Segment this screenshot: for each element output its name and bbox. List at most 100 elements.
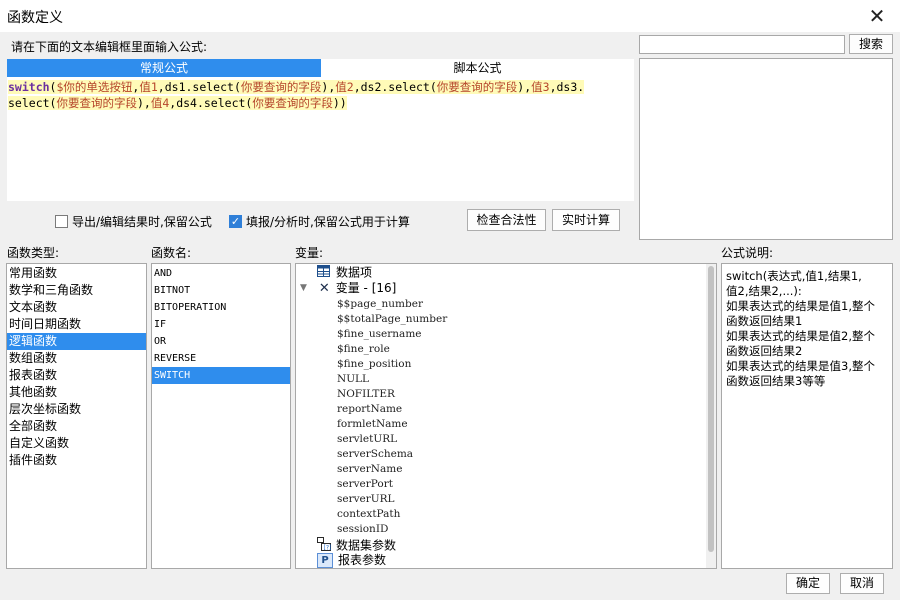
- tree-item-report-params[interactable]: P 报表参数: [317, 553, 386, 568]
- variable-leaf-item[interactable]: $fine_position: [337, 357, 411, 372]
- formula-line-2: select(你要查询的字段),值4,ds4.select(你要查询的字段)): [8, 96, 347, 110]
- close-icon[interactable]: ✕: [864, 3, 890, 29]
- description-line: 如果表达式的结果是值2,整个: [726, 329, 875, 343]
- formula-description: switch(表达式,值1,结果1, 值2,结果2,...): 如果表达式的结果是值…: [721, 263, 893, 569]
- variable-leaf-item[interactable]: serverURL: [337, 492, 395, 507]
- search-button[interactable]: 搜索: [849, 34, 893, 54]
- variables-scrollbar[interactable]: [706, 264, 716, 568]
- formula-token: 你要查询的字段: [252, 96, 333, 110]
- function-type-item[interactable]: 报表函数: [7, 367, 146, 384]
- formula-token: ,ds1.select(: [157, 80, 241, 94]
- window-title: 函数定义: [7, 10, 63, 26]
- function-name-item[interactable]: SWITCH: [152, 367, 290, 384]
- variable-x-icon: ✕: [318, 281, 330, 296]
- ok-button[interactable]: 确定: [786, 573, 830, 594]
- function-type-item[interactable]: 文本函数: [7, 299, 146, 316]
- variable-leaf-item[interactable]: servletURL: [337, 432, 397, 447]
- function-name-item[interactable]: OR: [152, 333, 290, 350]
- tree-label-variables: 变量 - [16]: [335, 281, 397, 295]
- variable-leaf-item[interactable]: serverPort: [337, 477, 393, 492]
- description-line: 函数返回结果3等等: [726, 374, 826, 388]
- variable-leaf-item[interactable]: $$page_number: [337, 297, 423, 312]
- variable-leaf-item[interactable]: sessionID: [337, 522, 388, 537]
- tree-item-variables[interactable]: ▼ ✕ 变量 - [16]: [300, 281, 396, 296]
- function-name-item[interactable]: BITOPERATION: [152, 299, 290, 316]
- tab-script-formula[interactable]: 脚本公式: [321, 59, 634, 77]
- function-type-item[interactable]: 数组函数: [7, 350, 146, 367]
- variable-leaf-item[interactable]: NULL: [337, 372, 369, 387]
- function-name-item[interactable]: IF: [152, 316, 290, 333]
- function-type-item[interactable]: 自定义函数: [7, 435, 146, 452]
- formula-token: ),: [517, 80, 532, 94]
- function-type-item[interactable]: 常用函数: [7, 265, 146, 282]
- title-bar: [0, 0, 900, 32]
- function-name-item[interactable]: REVERSE: [152, 350, 290, 367]
- table-icon: [317, 265, 330, 281]
- formula-token: ,ds4.select(: [169, 96, 253, 110]
- function-type-item[interactable]: 全部函数: [7, 418, 146, 435]
- formula-token: select(: [8, 96, 57, 110]
- formula-token: switch: [8, 80, 50, 94]
- variable-leaf-item[interactable]: reportName: [337, 402, 402, 417]
- function-type-item[interactable]: 逻辑函数: [7, 333, 146, 350]
- description-header: 公式说明:: [721, 246, 774, 260]
- report-param-icon: P: [317, 553, 333, 568]
- variable-leaf-item[interactable]: $fine_username: [337, 327, 422, 342]
- formula-token: ),: [136, 96, 151, 110]
- formula-token: 值1: [139, 80, 158, 94]
- description-line: 函数返回结果2: [726, 344, 803, 358]
- function-types-header: 函数类型:: [7, 246, 60, 260]
- formula-token: 值3: [531, 80, 550, 94]
- variable-leaf-item[interactable]: contextPath: [337, 507, 400, 522]
- variable-leaf-item[interactable]: serverName: [337, 462, 402, 477]
- variable-leaf-item[interactable]: serverSchema: [337, 447, 413, 462]
- realtime-calc-button[interactable]: 实时计算: [552, 209, 620, 231]
- tree-label-data-items: 数据项: [336, 265, 373, 280]
- search-results-panel[interactable]: [639, 58, 893, 240]
- check-validity-button[interactable]: 检查合法性: [467, 209, 546, 231]
- tree-item-dataset-params[interactable]: [?] 数据集参数: [317, 537, 397, 553]
- tree-label-report-params: 报表参数: [338, 553, 387, 567]
- tree-label-dataset-params: 数据集参数: [336, 538, 397, 553]
- variable-leaf-item[interactable]: $fine_role: [337, 342, 390, 357]
- function-names-list[interactable]: AND BITNOT BITOPERATION IF OR REVERSE SWITCH: [151, 263, 291, 569]
- triangle-down-icon[interactable]: ▼: [300, 281, 312, 296]
- formula-editor[interactable]: switch($你的单选按钮,值1,ds1.select(你要查询的字段),值2…: [7, 77, 634, 201]
- variable-leaf-item[interactable]: $$totalPage_number: [337, 312, 447, 327]
- formula-text: switch($你的单选按钮,值1,ds1.select(你要查询的字段),值2…: [7, 77, 634, 113]
- variable-leaf-item[interactable]: NOFILTER: [337, 387, 395, 402]
- svg-text:[?]: [?]: [324, 545, 332, 552]
- variables-tree[interactable]: 数据项 ▼ ✕ 变量 - [16] $$page_number $$totalPag…: [295, 263, 717, 569]
- formula-token: ,ds3.: [549, 80, 585, 94]
- function-type-item[interactable]: 其他函数: [7, 384, 146, 401]
- formula-token: 你要查询的字段: [56, 96, 137, 110]
- variables-scrollbar-thumb[interactable]: [708, 266, 714, 552]
- formula-token: 值2: [335, 80, 354, 94]
- cancel-button[interactable]: 取消: [840, 573, 884, 594]
- input-prompt: 请在下面的文本编辑框里面输入公式:: [11, 40, 208, 54]
- search-input[interactable]: [639, 35, 845, 54]
- keep-formula-fill-checkbox[interactable]: ✓: [229, 215, 242, 228]
- function-types-list[interactable]: 常用函数 数学和三角函数 文本函数 时间日期函数 逻辑函数 数组函数 报表函数 其他函数 层次坐…: [6, 263, 147, 569]
- description-line: switch(表达式,值1,结果1,: [726, 269, 862, 283]
- tree-item-data-items[interactable]: 数据项: [317, 265, 372, 280]
- function-names-header: 函数名:: [151, 246, 192, 260]
- formula-token: ),: [321, 80, 336, 94]
- function-type-item[interactable]: 时间日期函数: [7, 316, 146, 333]
- keep-formula-fill-label: 填报/分析时,保留公式用于计算: [246, 215, 410, 229]
- function-type-item[interactable]: 层次坐标函数: [7, 401, 146, 418]
- function-name-item[interactable]: AND: [152, 265, 290, 282]
- formula-token: 值4: [150, 96, 170, 110]
- description-line: 函数返回结果1: [726, 314, 803, 328]
- formula-token: 你要查询的字段: [436, 80, 518, 94]
- formula-token: ,ds2.select(: [353, 80, 437, 94]
- variables-header: 变量:: [295, 246, 324, 260]
- tab-regular-formula[interactable]: 常规公式: [7, 59, 321, 77]
- keep-formula-export-checkbox[interactable]: [55, 215, 68, 228]
- description-line: 如果表达式的结果是值1,整个: [726, 299, 875, 313]
- function-name-item[interactable]: BITNOT: [152, 282, 290, 299]
- variable-leaf-item[interactable]: formletName: [337, 417, 408, 432]
- function-type-item[interactable]: 插件函数: [7, 452, 146, 469]
- formula-line-1: switch($你的单选按钮,值1,ds1.select(你要查询的字段),值2…: [8, 80, 585, 94]
- function-type-item[interactable]: 数学和三角函数: [7, 282, 146, 299]
